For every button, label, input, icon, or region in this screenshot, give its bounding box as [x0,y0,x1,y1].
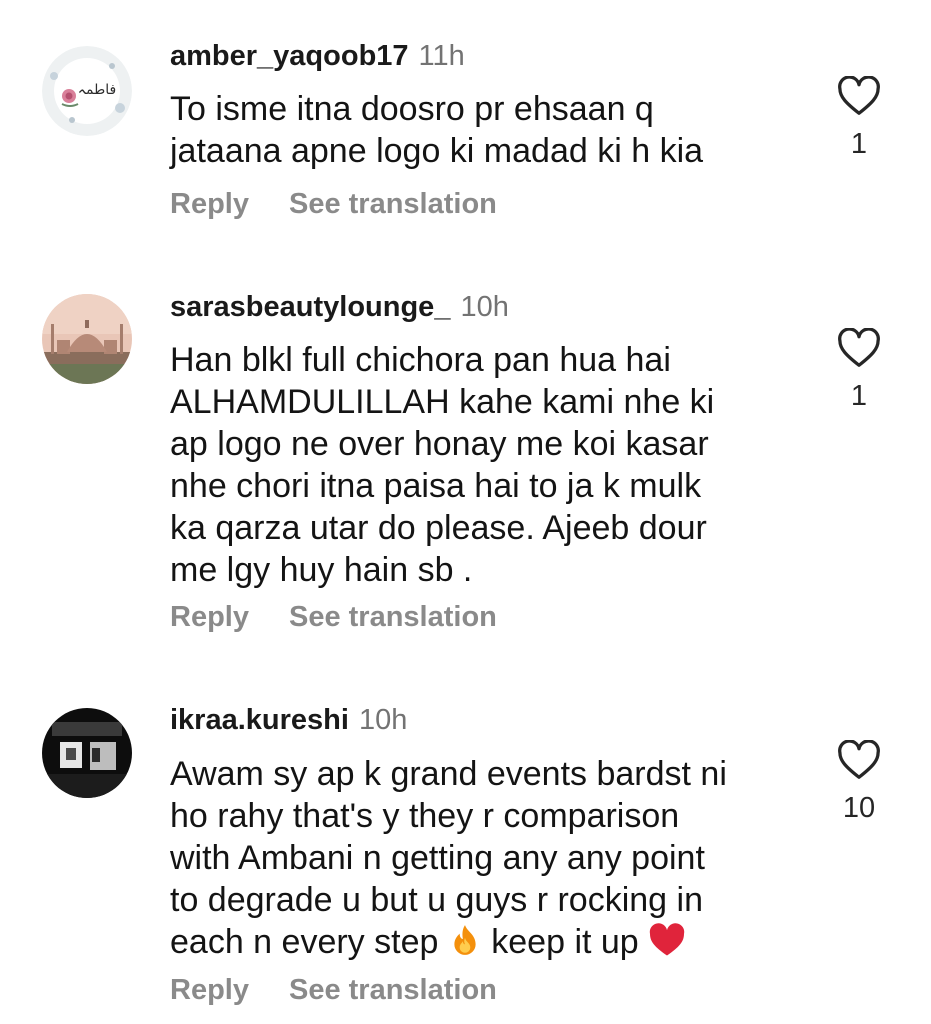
comment-line-last: each n every step keep it up [170,921,810,967]
comment-header: amber_yaqoob17 11h [170,38,465,74]
comment-line: Awam sy ap k grand events bardst ni [170,755,727,793]
heart-outline-icon[interactable] [837,740,881,780]
see-translation-button[interactable]: See translation [289,188,497,220]
avatar[interactable] [42,294,132,384]
like-control: 1 [832,76,886,160]
like-control: 10 [832,740,886,824]
timestamp: 11h [418,40,465,72]
comment-line: jataana apne logo ki madad ki h kia [170,132,704,170]
comment-text: Han blkl full chichora pan hua hai ALHAM… [170,339,810,591]
avatar[interactable] [42,708,132,798]
comment-line: ka qarza utar do please. Ajeeb dour [170,509,707,547]
username[interactable]: ikraa.kureshi [170,704,349,736]
comment-line: ap logo ne over honay me koi kasar [170,425,709,463]
red-heart-emoji-icon [648,923,686,967]
comment-line: Han blkl full chichora pan hua hai [170,341,671,379]
comment-actions: Reply See translation [170,972,497,1008]
heart-outline-icon[interactable] [837,328,881,368]
like-count[interactable]: 10 [832,792,886,824]
like-count[interactable]: 1 [832,380,886,412]
like-count[interactable]: 1 [832,128,886,160]
username[interactable]: sarasbeautylounge_ [170,291,450,323]
avatar-text: فاطمہ [78,82,116,98]
comment-header: ikraa.kureshi 10h [170,702,407,738]
username[interactable]: amber_yaqoob17 [170,40,409,72]
timestamp: 10h [358,704,408,736]
reply-button[interactable]: Reply [170,188,249,220]
comment-text: Awam sy ap k grand events bardst ni ho r… [170,753,810,967]
comment-text: To isme itna doosro pr ehsaan q jataana … [170,88,810,172]
comment-text-segment: keep it up [481,923,649,961]
comment-line: me lgy huy hain sb . [170,551,473,589]
avatar[interactable]: فاطمہ [42,46,132,136]
comment-line: with Ambani n getting any any point [170,839,705,877]
reply-button[interactable]: Reply [170,601,249,633]
like-control: 1 [832,328,886,412]
heart-outline-icon[interactable] [837,76,881,116]
comment-line: nhe chori itna paisa hai to ja k mulk [170,467,702,505]
comment-line: ALHAMDULILLAH kahe kami nhe ki [170,383,715,421]
see-translation-button[interactable]: See translation [289,601,497,633]
comment-actions: Reply See translation [170,599,497,635]
see-translation-button[interactable]: See translation [289,974,497,1006]
comment-actions: Reply See translation [170,186,497,222]
comment-line: ho rahy that's y they r comparison [170,797,680,835]
fire-emoji-icon [448,923,482,967]
comment-line: to degrade u but u guys r rocking in [170,881,703,919]
comment-header: sarasbeautylounge_ 10h [170,289,509,325]
timestamp: 10h [460,291,509,323]
comment-line: To isme itna doosro pr ehsaan q [170,90,654,128]
comment-text-segment: each n every step [170,923,448,961]
reply-button[interactable]: Reply [170,974,249,1006]
